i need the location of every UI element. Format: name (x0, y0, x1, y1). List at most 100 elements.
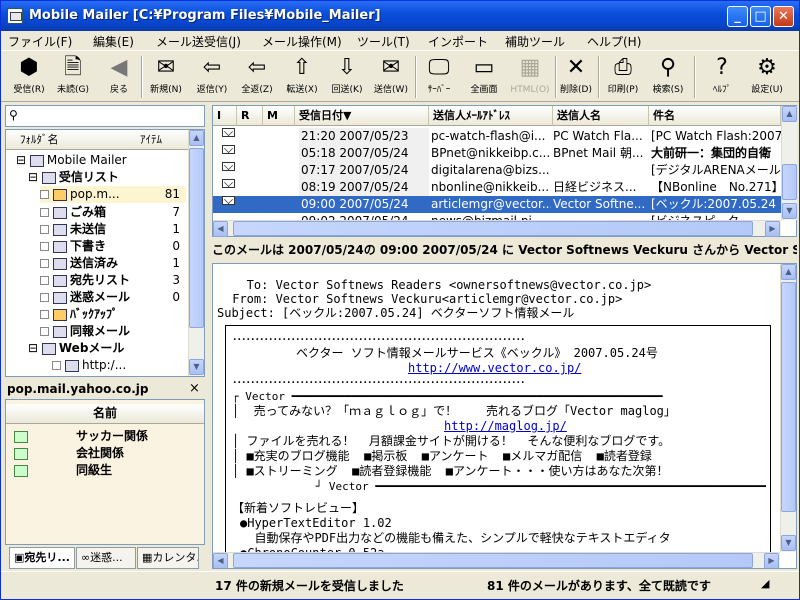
scroll-up-icon[interactable]: ▲ (189, 130, 204, 146)
redirect-button[interactable]: ⇩ 回送(K) (327, 54, 367, 100)
contact-item[interactable]: 同級生 (6, 462, 204, 479)
message-info-bar: このメールは 2007/05/24の 09:00 2007/05/24 に Ve… (212, 243, 797, 257)
col-important[interactable]: I (213, 106, 237, 126)
magnifier-icon: ⚲ (659, 55, 677, 80)
tab-spam[interactable]: ∞迷惑... (76, 547, 136, 569)
tree-item-address-list[interactable]: 宛先リスト 3 (40, 272, 186, 289)
tree-item-drafts[interactable]: 下書き 0 (40, 238, 186, 255)
tree-item-pop[interactable]: pop.m... 81 (40, 186, 186, 203)
scroll-thumb[interactable] (782, 164, 797, 200)
scroll-thumb[interactable] (233, 553, 753, 568)
col-sender-name[interactable]: 送信人名 (553, 106, 649, 126)
settings-button[interactable]: ⚙ 設定(U) (747, 54, 787, 100)
folder-name-header[interactable]: ﾌｫﾙﾀﾞ名 (6, 130, 126, 150)
close-button[interactable]: ✕ (773, 6, 794, 27)
tree-item-webmail[interactable]: ⊟ Webメール (28, 340, 186, 357)
fullscreen-button[interactable]: ▭ 全画面 (464, 54, 504, 100)
tree-item-http[interactable]: http:/... (52, 357, 186, 374)
scroll-left-icon[interactable]: ◀ (213, 221, 228, 237)
contacts-name-header[interactable]: 名前 (6, 404, 204, 424)
menu-help[interactable]: ヘルプ(H) (587, 33, 641, 50)
help-button[interactable]: ? ﾍﾙﾌﾟ (705, 54, 739, 100)
book-icon: ▣ (14, 551, 25, 564)
search-button[interactable]: ⚲ 検索(S) (647, 54, 689, 100)
vector-link[interactable]: http://www.vector.co.jp/ (408, 361, 581, 376)
scroll-thumb[interactable] (233, 221, 753, 236)
message-list-hscrollbar[interactable]: ◀ ▶ (213, 220, 781, 237)
folder-items-header[interactable]: ｱｲﾃﾑ (126, 130, 188, 150)
contact-item[interactable]: 会社関係 (6, 445, 204, 462)
menu-tools[interactable]: ツール(T) (357, 33, 410, 50)
col-mark[interactable]: M (263, 106, 295, 126)
calendar-icon: ▦ (142, 551, 153, 564)
menu-send-receive[interactable]: メール送受信(J) (156, 33, 241, 50)
scroll-thumb[interactable] (781, 282, 796, 512)
server-button[interactable]: 🖵 ｻｰﾊﾞｰ (421, 54, 457, 100)
tab-address-list[interactable]: ▣宛先リ... (9, 547, 75, 569)
tree-item-backup[interactable]: ﾊﾞｯｸｱｯﾌﾟ (40, 306, 186, 323)
preview-hscrollbar[interactable]: ◀ ▶ (213, 552, 780, 568)
html-button[interactable]: ▦ HTML(O) (508, 54, 552, 100)
preview-scrollbar[interactable]: ▲ ▼ (780, 264, 796, 552)
print-button[interactable]: ⎙ 印刷(P) (604, 54, 642, 100)
delete-button[interactable]: ✕ 削除(D) (559, 54, 593, 100)
close-contacts-icon[interactable]: × (189, 380, 200, 398)
scroll-down-icon[interactable]: ▼ (782, 203, 797, 219)
col-sender-address[interactable]: 送信人ﾒｰﾙｱﾄﾞﾚｽ (429, 106, 553, 126)
scroll-right-icon[interactable]: ▶ (765, 221, 780, 237)
scroll-thumb[interactable] (189, 148, 204, 328)
message-row-selected[interactable]: 09:00 2007/05/24 articlemgr@vector... Vect… (213, 196, 781, 213)
scroll-up-icon[interactable]: ▲ (781, 264, 796, 280)
scroll-right-icon[interactable]: ▶ (764, 553, 779, 568)
resize-grip-icon[interactable]: ◢ (761, 577, 769, 590)
reply-all-button[interactable]: ⇦ 全返(Z) (237, 54, 277, 100)
menu-aux-tools[interactable]: 補助ツール (505, 33, 565, 50)
folder-search-input[interactable]: ⚲ (5, 105, 205, 127)
document-icon: 🗎 (64, 55, 82, 80)
menu-edit[interactable]: 編集(E) (93, 33, 134, 50)
contact-item[interactable]: サッカー関係 (6, 428, 204, 445)
message-list-scrollbar[interactable]: ▲ ▼ (781, 106, 797, 220)
col-subject[interactable]: 件名 (649, 106, 781, 126)
tree-item-spam[interactable]: 迷惑メール 0 (40, 289, 186, 306)
web-icon (41, 342, 56, 355)
envelope-icon: ✉ (381, 55, 401, 80)
message-row[interactable]: 08:19 2007/05/24 nbonline@nikkeib... 日経ビジネ… (213, 179, 781, 196)
envelope-icon (222, 145, 235, 154)
message-row[interactable]: 21:20 2007/05/23 pc-watch-flash@i... PC Wa… (213, 128, 781, 145)
maximize-button[interactable]: □ (750, 6, 771, 27)
scroll-down-icon[interactable]: ▼ (189, 359, 204, 375)
maglog-link[interactable]: http://maglog.jp/ (444, 419, 567, 434)
new-mail-button[interactable]: ✉ 新規(N) (146, 54, 186, 100)
home-icon (65, 359, 79, 372)
scroll-left-icon[interactable]: ◀ (213, 553, 228, 568)
reply-button[interactable]: ⇦ 返信(Y) (192, 54, 232, 100)
tree-item-sent[interactable]: 送信済み 1 (40, 255, 186, 272)
minimize-button[interactable]: _ (727, 6, 748, 27)
receive-button[interactable]: ⬢ 受信(R) (9, 54, 49, 100)
message-row[interactable]: 05:18 2007/05/24 BPnet@nikkeibp.c... BPnet… (213, 145, 781, 162)
unread-button[interactable]: 🗎 未読(G) (53, 54, 93, 100)
back-button[interactable]: ◀ 戻る (101, 54, 137, 100)
tab-calendar[interactable]: ▦カレンタ... (137, 547, 199, 569)
folder-scrollbar[interactable]: ▲ ▼ (188, 130, 204, 376)
forward-button[interactable]: ⇧ 転送(X) (282, 54, 322, 100)
menu-import[interactable]: インポート (428, 33, 488, 50)
col-read[interactable]: R (237, 106, 263, 126)
menu-file[interactable]: ファイル(F) (8, 33, 72, 50)
menu-mail-ops[interactable]: メール操作(M) (262, 33, 342, 50)
title-bar[interactable]: Mobile Mailer [C:¥Program Files¥Mobile_M… (1, 1, 799, 31)
status-bar: 17 件の新規メールを受信しました 81 件のメールがあります、全て既読です ◢ (1, 571, 799, 599)
tree-item-root[interactable]: ⊟ Mobile Mailer (16, 152, 186, 169)
tree-item-broadcast[interactable]: 同報メール (40, 323, 186, 340)
scroll-down-icon[interactable]: ▼ (781, 535, 796, 551)
message-row[interactable]: 07:17 2007/05/24 digitalarena@bizs... [デジタ… (213, 162, 781, 179)
html-icon: ▦ (519, 55, 541, 80)
scroll-up-icon[interactable]: ▲ (782, 106, 797, 122)
tree-item-unsent[interactable]: 未送信 1 (40, 221, 186, 238)
search-icon: ⚲ (9, 108, 18, 122)
send-button[interactable]: ✉ 送信(W) (371, 54, 411, 100)
tree-item-inbox-list[interactable]: ⊟ 受信リスト (28, 169, 186, 186)
tree-item-trash[interactable]: ごみ箱 7 (40, 204, 186, 221)
col-received-date[interactable]: 受信日付▼ (295, 106, 429, 126)
